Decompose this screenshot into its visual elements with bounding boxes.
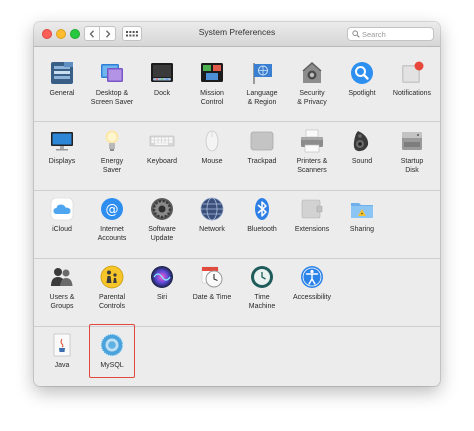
pref-printers-scanners[interactable]: Printers & Scanners (287, 128, 337, 175)
pref-notifications[interactable]: Notifications (387, 60, 437, 99)
search-input[interactable] (362, 28, 430, 40)
mysql-icon (99, 332, 125, 358)
siri-icon (149, 264, 175, 290)
divider (34, 258, 440, 259)
security-privacy-icon (299, 60, 325, 86)
pref-displays[interactable]: Displays (37, 128, 87, 167)
spotlight-icon (349, 60, 375, 86)
time-machine-icon (249, 264, 275, 290)
pref-keyboard[interactable]: Keyboard (137, 128, 187, 167)
general-icon (49, 60, 75, 86)
pref-java[interactable]: Java (37, 332, 87, 371)
java-icon (49, 332, 75, 358)
pref-spotlight[interactable]: Spotlight (337, 60, 387, 99)
network-icon (199, 196, 225, 222)
parental-controls-icon (99, 264, 125, 290)
divider (34, 121, 440, 122)
pref-mission-control[interactable]: Mission Control (187, 60, 237, 107)
pref-sound[interactable]: Sound (337, 128, 387, 167)
pref-network[interactable]: Network (187, 196, 237, 235)
pref-dock[interactable]: Dock (137, 60, 187, 99)
pref-date-time[interactable]: Date & Time (187, 264, 237, 303)
sharing-icon (349, 196, 375, 222)
pref-desktop-screen-saver[interactable]: Desktop & Screen Saver (87, 60, 137, 107)
system-preferences-window: System Preferences General Desktop & Scr… (34, 22, 440, 386)
icloud-icon (49, 196, 75, 222)
pref-extensions[interactable]: Extensions (287, 196, 337, 235)
sound-icon (349, 128, 375, 154)
pref-software-update[interactable]: Software Update (137, 196, 187, 243)
trackpad-icon (249, 128, 275, 154)
language-region-icon (249, 60, 275, 86)
software-update-icon (149, 196, 175, 222)
divider (34, 190, 440, 191)
printers-scanners-icon (299, 128, 325, 154)
pref-siri[interactable]: Siri (137, 264, 187, 303)
pref-general[interactable]: General (37, 60, 87, 99)
pref-energy-saver[interactable]: Energy Saver (87, 128, 137, 175)
pref-startup-disk[interactable]: Startup Disk (387, 128, 437, 175)
pref-internet-accounts[interactable]: @ Internet Accounts (87, 196, 137, 243)
notifications-icon (399, 60, 425, 86)
search-field[interactable] (347, 27, 434, 41)
internet-accounts-icon: @ (99, 196, 125, 222)
pref-time-machine[interactable]: Time Machine (237, 264, 287, 311)
dock-icon (149, 60, 175, 86)
pref-language-region[interactable]: Language & Region (237, 60, 287, 107)
users-groups-icon (49, 264, 75, 290)
pref-users-groups[interactable]: Users & Groups (37, 264, 87, 311)
desktop-screen-saver-icon (99, 60, 125, 86)
pref-accessibility[interactable]: Accessibility (287, 264, 337, 303)
bluetooth-icon (249, 196, 275, 222)
pref-mouse[interactable]: Mouse (187, 128, 237, 167)
search-icon (352, 30, 360, 38)
startup-disk-icon (399, 128, 425, 154)
pref-bluetooth[interactable]: Bluetooth (237, 196, 287, 235)
pref-trackpad[interactable]: Trackpad (237, 128, 287, 167)
pref-sharing[interactable]: Sharing (337, 196, 387, 235)
keyboard-icon (149, 128, 175, 154)
pref-security-privacy[interactable]: Security & Privacy (287, 60, 337, 107)
svg-text:@: @ (106, 203, 119, 218)
mouse-icon (199, 128, 225, 154)
title-bar: System Preferences (34, 22, 440, 47)
pref-parental-controls[interactable]: Parental Controls (87, 264, 137, 311)
energy-saver-icon (99, 128, 125, 154)
pref-mysql[interactable]: MySQL (87, 332, 137, 371)
accessibility-icon (299, 264, 325, 290)
displays-icon (49, 128, 75, 154)
mission-control-icon (199, 60, 225, 86)
extensions-icon (299, 196, 325, 222)
date-time-icon (199, 264, 225, 290)
pref-icloud[interactable]: iCloud (37, 196, 87, 235)
